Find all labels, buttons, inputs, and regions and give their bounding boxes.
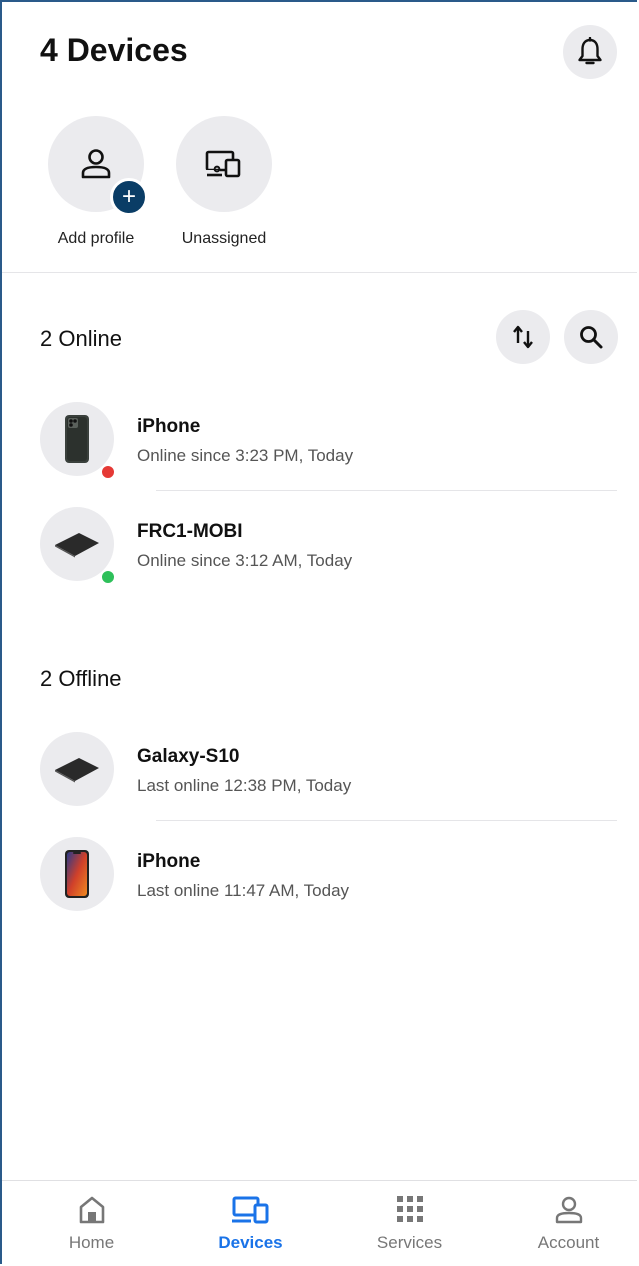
- home-icon: [79, 1196, 104, 1224]
- nav-account[interactable]: Account: [489, 1181, 637, 1264]
- generic-device-icon: [55, 758, 99, 783]
- profiles-row: + Add profile Unassigned: [48, 116, 348, 266]
- device-row[interactable]: iPhone Last online 11:47 AM, Today: [40, 837, 617, 917]
- device-status: Last online 12:38 PM, Today: [137, 776, 352, 795]
- unassigned-label: Unassigned: [181, 230, 267, 247]
- search-icon: [580, 326, 603, 349]
- add-profile-avatar: +: [48, 116, 148, 216]
- device-name: iPhone: [137, 416, 201, 437]
- page-title: 4 Devices: [40, 32, 188, 68]
- row-divider: [156, 490, 617, 491]
- device-name: iPhone: [137, 851, 201, 872]
- online-section-title: 2 Online: [40, 326, 122, 351]
- iphone-icon: [65, 850, 89, 898]
- nav-services-label: Services: [376, 1233, 443, 1252]
- header: 4 Devices: [40, 25, 617, 80]
- add-profile-label: Add profile: [57, 230, 135, 247]
- section-divider: [2, 272, 637, 273]
- bell-icon: [578, 37, 602, 65]
- offline-section-title: 2 Offline: [40, 666, 122, 691]
- device-name: FRC1-MOBI: [137, 521, 243, 542]
- grid-icon: [396, 1196, 423, 1222]
- devices-icon: [231, 1196, 268, 1224]
- device-avatar: [40, 837, 114, 911]
- person-icon: [81, 149, 111, 179]
- sort-icon: [513, 325, 533, 349]
- nav-devices[interactable]: Devices: [171, 1181, 330, 1264]
- generic-device-icon: [55, 533, 99, 558]
- unassigned-button[interactable]: Unassigned: [159, 116, 289, 248]
- device-avatar: [40, 732, 114, 806]
- nav-account-label: Account: [537, 1233, 600, 1252]
- device-status: Online since 3:23 PM, Today: [137, 446, 354, 465]
- nav-home[interactable]: Home: [12, 1181, 171, 1264]
- device-row[interactable]: Galaxy-S10 Last online 12:38 PM, Today: [40, 732, 617, 812]
- status-dot: [100, 464, 116, 480]
- iphone-icon: [65, 415, 89, 463]
- app-screen: 4 Devices + Add profile Unassigned 2 Onl…: [0, 0, 637, 1264]
- device-name: Galaxy-S10: [137, 746, 240, 767]
- nav-devices-label: Devices: [218, 1233, 283, 1252]
- person-icon: [555, 1196, 582, 1224]
- add-profile-button[interactable]: + Add profile: [31, 116, 161, 248]
- row-divider: [156, 820, 617, 821]
- notifications-button[interactable]: [563, 25, 617, 79]
- status-dot: [100, 569, 116, 585]
- device-status: Online since 3:12 AM, Today: [137, 551, 353, 570]
- device-row[interactable]: iPhone Online since 3:23 PM, Today: [40, 402, 617, 482]
- sort-button[interactable]: [496, 310, 550, 364]
- device-row[interactable]: FRC1-MOBI Online since 3:12 AM, Today: [40, 507, 617, 587]
- device-status: Last online 11:47 AM, Today: [137, 881, 350, 900]
- bottom-navigation: Home Devices Services Account: [2, 1180, 637, 1264]
- search-button[interactable]: [564, 310, 618, 364]
- unassigned-avatar: [176, 116, 272, 212]
- plus-icon: +: [110, 178, 148, 216]
- nav-services[interactable]: Services: [330, 1181, 489, 1264]
- nav-home-label: Home: [68, 1233, 115, 1252]
- devices-icon: [205, 150, 241, 178]
